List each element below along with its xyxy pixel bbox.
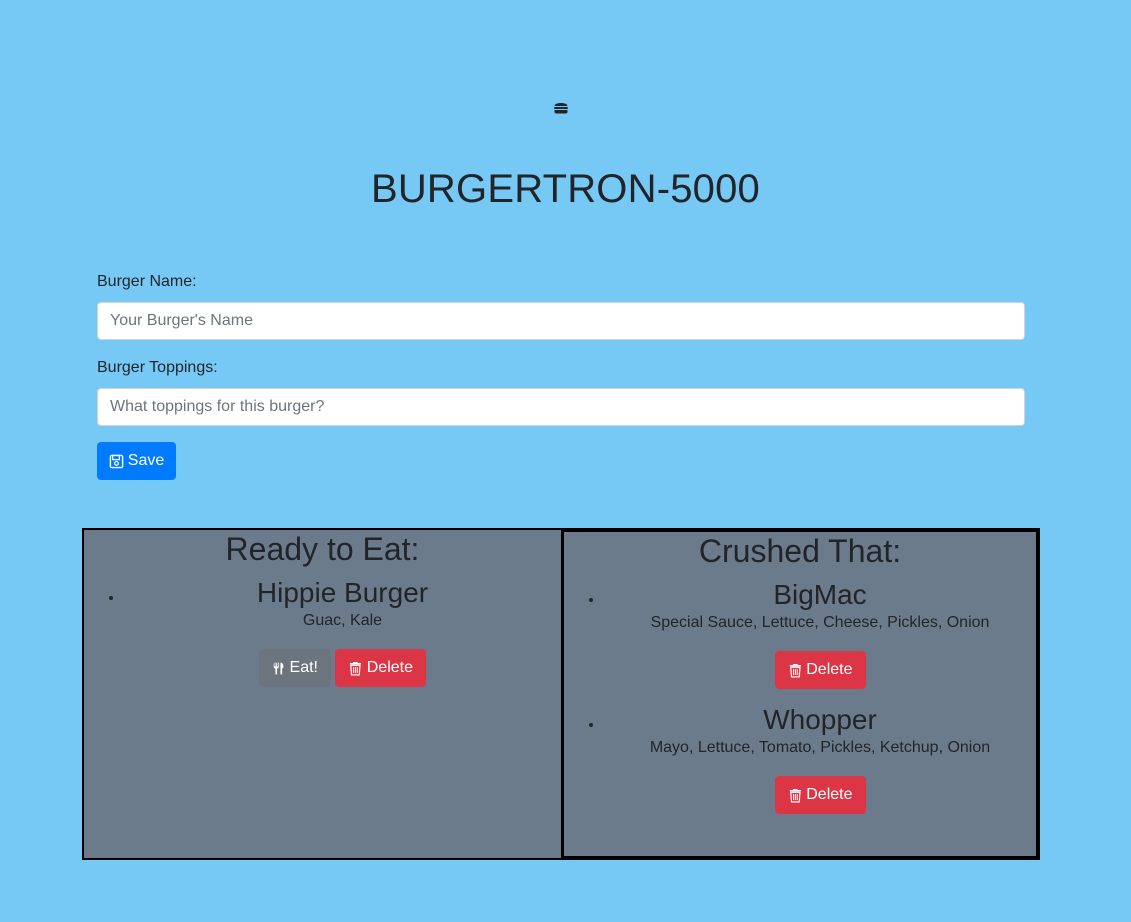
trash-icon [789, 663, 801, 678]
delete-button[interactable]: Delete [774, 776, 866, 814]
save-icon [109, 454, 124, 468]
list-item: BigMac Special Sauce, Lettuce, Cheese, P… [604, 578, 1036, 689]
burger-toppings: Special Sauce, Lettuce, Cheese, Pickles,… [650, 614, 990, 631]
crushed-burger-list: BigMac Special Sauce, Lettuce, Cheese, P… [564, 578, 1036, 814]
eat-button[interactable]: Eat! [259, 649, 331, 687]
delete-button-label: Delete [806, 661, 853, 678]
trash-icon [349, 661, 361, 676]
delete-button-label: Delete [806, 786, 853, 803]
list-item: Whopper Mayo, Lettuce, Tomato, Pickles, … [604, 703, 1036, 814]
burger-name: Hippie Burger [256, 577, 429, 608]
eat-button-label: Eat! [289, 659, 318, 676]
burger-name: Whopper [763, 704, 877, 735]
burger-name-input[interactable] [97, 302, 1025, 340]
save-button-label: Save [127, 452, 165, 469]
ready-burger-list: Hippie Burger Guac, Kale Eat! [84, 576, 561, 687]
delete-button-label: Delete [366, 659, 413, 676]
delete-button[interactable]: Delete [335, 649, 426, 687]
crushed-that-title: Crushed That: [698, 533, 902, 569]
burger-toppings: Guac, Kale [302, 612, 383, 629]
save-button[interactable]: Save [97, 442, 176, 480]
ready-to-eat-panel: Ready to Eat: Hippie Burger Guac, Kale E… [82, 528, 563, 860]
burger-toppings: Mayo, Lettuce, Tomato, Pickles, Ketchup,… [649, 739, 991, 756]
burger-name: BigMac [773, 579, 867, 610]
hamburger-icon [554, 103, 568, 114]
burger-name-label: Burger Name: [97, 273, 197, 290]
page-title: BURGERTRON-5000 [370, 167, 761, 211]
ready-to-eat-title: Ready to Eat: [225, 531, 420, 567]
trash-icon [789, 788, 801, 803]
list-item: Hippie Burger Guac, Kale Eat! [124, 576, 561, 687]
burger-toppings-label: Burger Toppings: [97, 359, 218, 376]
utensils-icon [273, 662, 284, 674]
delete-button[interactable]: Delete [774, 651, 866, 689]
burger-toppings-input[interactable] [97, 388, 1025, 426]
crushed-that-panel: Crushed That: BigMac Special Sauce, Lett… [561, 528, 1040, 860]
